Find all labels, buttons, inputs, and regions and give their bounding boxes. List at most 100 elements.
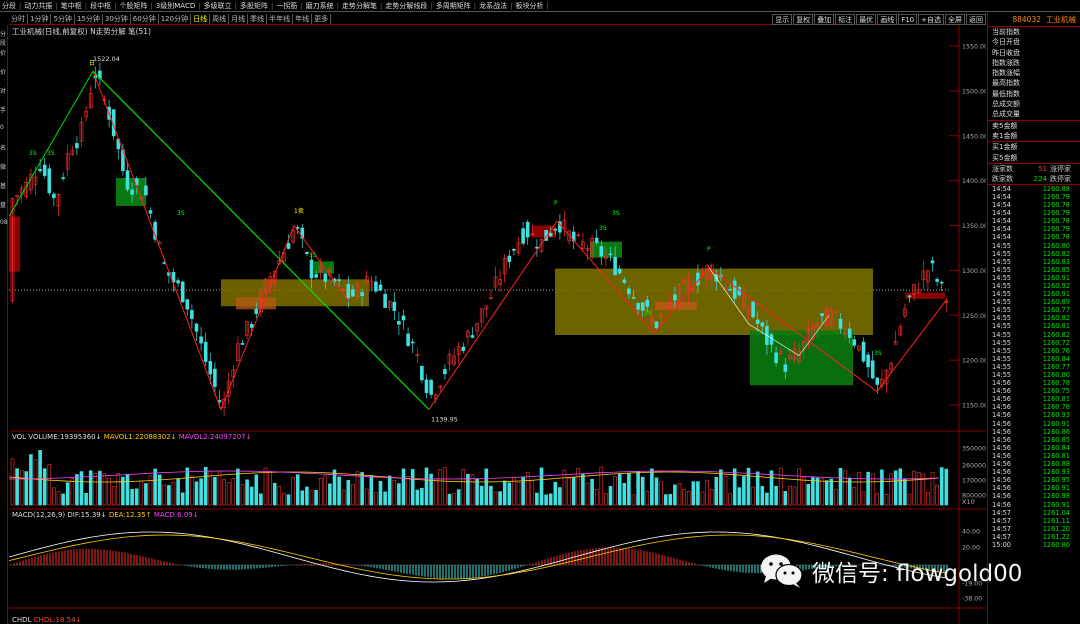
period-tab[interactable]: 更多 — [312, 13, 332, 24]
period-tab[interactable]: 5分钟 — [51, 13, 75, 24]
candle — [176, 280, 180, 284]
menu-item[interactable]: 一拐筋 — [274, 1, 299, 11]
tick-price: 1261.22 — [1042, 532, 1070, 541]
tool-button[interactable]: 标注 — [835, 13, 856, 25]
menu-item[interactable]: 3级别MACD — [154, 1, 197, 11]
period-tab[interactable]: 季线 — [248, 13, 268, 24]
period-tab[interactable]: 15分钟 — [75, 13, 103, 24]
candle — [309, 259, 314, 279]
chart-area[interactable]: 1550.00 1500.00 1450.00 1400.00 1350.00 1300.… — [8, 25, 990, 624]
candle — [939, 281, 944, 284]
left-strip-item[interactable]: 微 — [0, 162, 6, 171]
tick-time: 14:57 — [992, 516, 1012, 525]
tick-time: 14:55 — [992, 362, 1012, 371]
period-tab[interactable]: 60分钟 — [131, 13, 159, 24]
tick-price: 1260.81 — [1042, 395, 1070, 404]
period-tab[interactable]: 月线 — [229, 13, 249, 24]
tool-button[interactable]: 返回 — [966, 13, 986, 25]
left-strip-item[interactable]: 价 — [0, 67, 6, 76]
svg-text:MACD(12,26,9) DIF:15.39↓ DEA:1: MACD(12,26,9) DIF:15.39↓ DEA:12.35↑ MACD… — [12, 511, 199, 519]
stat-label: 最高指数 — [992, 79, 1020, 88]
candle — [631, 296, 636, 299]
left-strip-item[interactable]: 盘 — [0, 200, 6, 209]
candle — [769, 334, 774, 345]
volume-bar — [475, 478, 479, 506]
volume-bar — [719, 469, 723, 506]
candle — [130, 189, 134, 195]
tick-list[interactable]: 14:54 1260.88 14:54 1260.79 14:54 1260.78 14:5… — [988, 185, 1080, 549]
vol-tick-label: 3500000 — [962, 446, 986, 453]
tick-row: 14:56 1260.78 — [988, 379, 1080, 387]
menu-item[interactable]: 段中枢 — [88, 1, 113, 11]
tool-button[interactable]: +自选 — [918, 13, 944, 25]
bi-annotation: 3S — [612, 210, 620, 217]
stat-label: 总成交量 — [992, 110, 1020, 119]
period-tab[interactable]: 分时 — [9, 13, 28, 24]
tick-price: 1260.91 — [1042, 484, 1070, 493]
left-strip-item[interactable]: 08 — [0, 219, 8, 226]
period-tab[interactable]: 30分钟 — [103, 13, 131, 24]
left-strip-item[interactable]: 分段 — [0, 29, 7, 47]
tool-button[interactable]: 显示 — [772, 13, 793, 25]
tick-row: 14:55 1260.84 — [988, 355, 1080, 363]
tool-button[interactable]: 最优 — [856, 13, 877, 25]
menu-item[interactable]: 多周期矩阵 — [434, 1, 473, 11]
menu-item[interactable]: 走势分解线段 — [383, 1, 429, 11]
menu-item[interactable]: 多级联立 — [202, 1, 234, 11]
period-tab[interactable]: 120分钟 — [159, 13, 192, 24]
left-strip-item[interactable]: 名 — [0, 143, 6, 152]
tool-button[interactable]: 全屏 — [945, 13, 965, 25]
period-tab[interactable]: 1分钟 — [28, 13, 52, 24]
left-strip-item[interactable]: 基 — [0, 181, 6, 190]
menu-item[interactable]: 分段 — [0, 1, 18, 11]
tick-row: 14:56 1260.85 — [988, 436, 1080, 444]
tick-price: 1260.79 — [1042, 192, 1070, 201]
menu-item[interactable]: 多股矩阵 — [238, 1, 270, 11]
tick-time: 14:55 — [992, 281, 1012, 290]
menu-item[interactable]: 笔中枢 — [59, 1, 84, 11]
candle — [907, 295, 912, 298]
tick-row: 14:54 1260.78 — [988, 217, 1080, 225]
candle — [286, 243, 291, 249]
tick-row: 14:55 1260.77 — [988, 306, 1080, 314]
sell1-label: 卖1金额 — [992, 131, 1018, 140]
volume-bar — [424, 467, 429, 506]
period-tab[interactable]: 日线 — [191, 13, 211, 24]
volume-bar — [180, 492, 185, 506]
kline-chart[interactable]: 1550.00 1500.00 1450.00 1400.00 1350.00 1300.… — [8, 25, 990, 624]
candle — [838, 318, 843, 329]
tick-row: 14:54 1260.79 — [988, 193, 1080, 201]
period-tab[interactable]: 半年线 — [267, 13, 294, 24]
menu-item[interactable]: 板块分析 — [513, 1, 545, 11]
left-strip-item[interactable]: 对 — [0, 86, 6, 95]
period-tab[interactable]: 周线 — [210, 13, 230, 24]
menu-item[interactable]: 龙系战法 — [477, 1, 509, 11]
tick-row: 14:54 1260.79 — [988, 225, 1080, 233]
volume-bar — [498, 491, 502, 506]
menu-item[interactable]: 磨刀系统 — [304, 1, 336, 11]
volume-bar — [245, 479, 249, 506]
tool-button[interactable]: 画线 — [877, 13, 898, 25]
volume-bar — [236, 468, 240, 506]
tick-time: 14:55 — [992, 322, 1012, 331]
candle — [351, 289, 355, 297]
tick-price: 1260.82 — [1042, 314, 1070, 323]
index-name: 工业机械 — [1046, 15, 1076, 24]
volume-bar — [157, 474, 162, 506]
tick-price: 1260.77 — [1042, 362, 1070, 371]
left-strip-item[interactable]: 价 — [0, 48, 6, 57]
tick-price: 1260.77 — [1042, 306, 1070, 315]
period-tab[interactable]: 年线 — [293, 13, 313, 24]
candle — [870, 360, 875, 379]
left-strip-item[interactable]: 0 — [0, 124, 4, 131]
candle — [875, 377, 880, 385]
menu-item[interactable]: 走势分解笔 — [340, 1, 379, 11]
tool-button[interactable]: 复权 — [793, 13, 814, 25]
tool-button[interactable]: 叠加 — [814, 13, 835, 25]
volume-bar — [535, 492, 539, 506]
tick-price: 1260.76 — [1042, 346, 1070, 355]
menu-item[interactable]: 个股矩阵 — [117, 1, 149, 11]
left-strip-item[interactable]: 手 — [0, 105, 6, 114]
tool-button[interactable]: F10 — [898, 13, 918, 25]
menu-item[interactable]: 动力共振 — [22, 1, 54, 11]
